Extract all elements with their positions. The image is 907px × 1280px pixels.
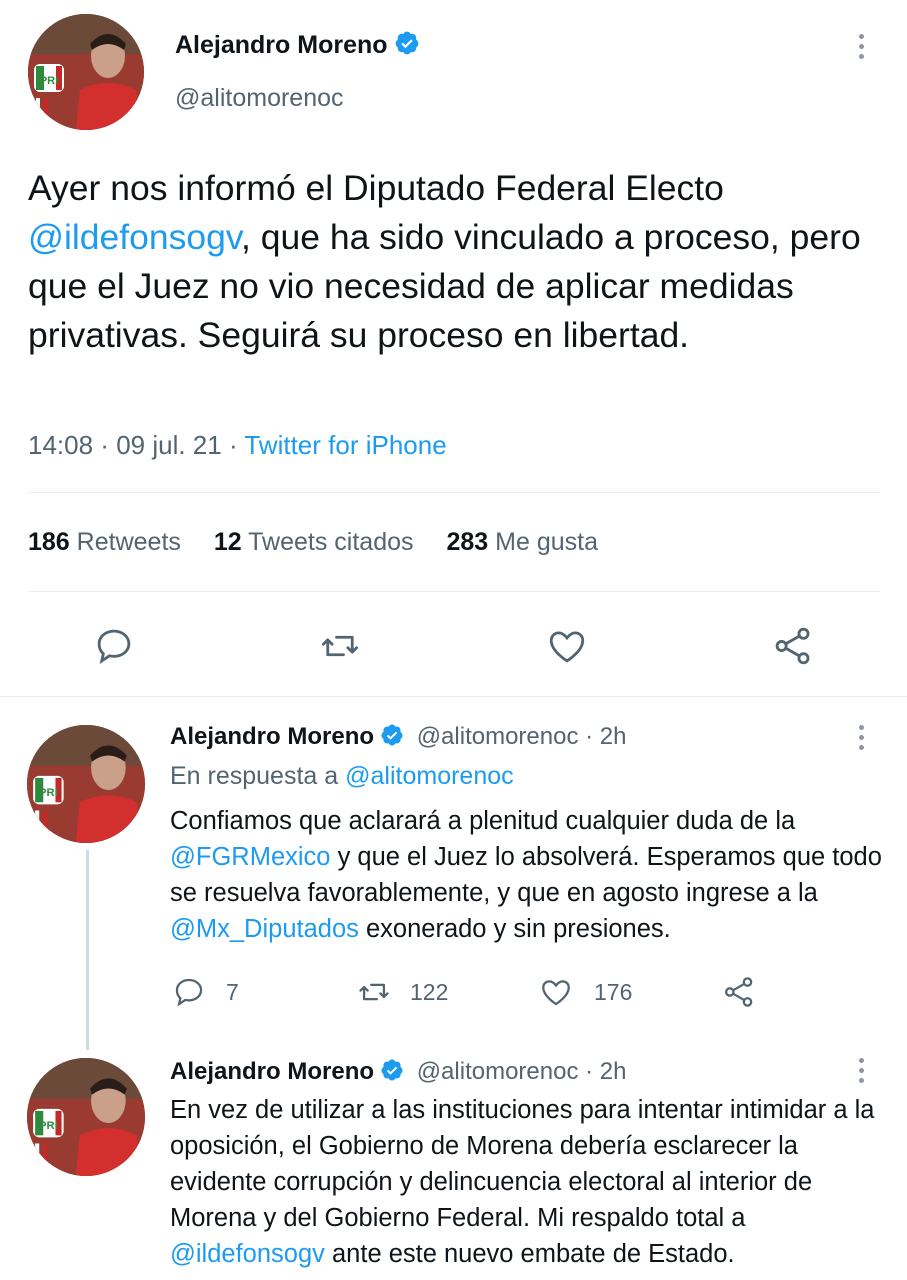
svg-text:PRI: PRI [39, 787, 58, 799]
share-icon[interactable] [771, 625, 815, 667]
main-text-part-0: Ayer nos informó el Diputado Federal Ele… [28, 168, 724, 208]
tweet-stats: 186 Retweets 12 Tweets citados 283 Me gu… [28, 528, 624, 557]
replying-to-prefix: En respuesta a [170, 762, 339, 790]
mention-mx-diputados[interactable]: @Mx_Diputados [170, 915, 359, 943]
section-divider [0, 696, 907, 697]
reply-header: Alejandro Moreno @alitomorenoc · 2h [170, 723, 626, 751]
retweets-label: Retweets [76, 528, 181, 556]
share-icon[interactable] [721, 975, 757, 1009]
like-count: 176 [594, 978, 633, 1005]
quotes-count: 12 [213, 528, 242, 556]
retweet-icon[interactable] [318, 625, 362, 667]
reply-author-handle[interactable]: @alitomorenoc [417, 723, 579, 750]
reply-header: Alejandro Moreno @alitomorenoc · 2h [170, 1058, 626, 1086]
quotes-stat[interactable]: 12 Tweets citados [214, 528, 414, 556]
reply-text-part: ante este nuevo embate de Estado. [324, 1240, 735, 1268]
reply-text-part: Confiamos que aclarará a plenitud cualqu… [170, 807, 796, 835]
replying-to-handle[interactable]: @alitomorenoc [345, 762, 514, 790]
svg-text:PRI: PRI [39, 1120, 58, 1132]
reply-time[interactable]: · 2h [585, 1058, 626, 1085]
thread-connector-line [86, 850, 89, 1050]
tweet-date[interactable]: 09 jul. 21 [116, 430, 222, 460]
reply-action-retweet[interactable]: 122 [356, 975, 448, 1009]
more-options-icon[interactable] [859, 725, 865, 755]
main-author-avatar[interactable]: PRI [28, 14, 144, 130]
main-tweet-text: Ayer nos informó el Diputado Federal Ele… [28, 164, 888, 360]
like-icon [542, 980, 570, 1006]
verified-badge-icon [381, 1059, 403, 1081]
more-options-icon[interactable] [859, 34, 865, 64]
retweet-icon [359, 983, 389, 1001]
tweet-source[interactable]: Twitter for iPhone [244, 430, 446, 460]
mention-fgrmexico[interactable]: @FGRMexico [170, 843, 330, 871]
reply-author-avatar[interactable]: PRI [27, 1058, 145, 1176]
tweet-timestamp: 14:08 · 09 jul. 21 · Twitter for iPhone [28, 430, 447, 460]
reply-time[interactable]: · 2h [585, 723, 626, 750]
tweet-time[interactable]: 14:08 [28, 430, 93, 460]
divider [28, 492, 880, 493]
verified-badge-icon [395, 31, 418, 55]
more-options-icon[interactable] [859, 1058, 865, 1088]
reply-author-name[interactable]: Alejandro Moreno [170, 723, 374, 750]
likes-count: 283 [446, 528, 489, 556]
reply-author-handle[interactable]: @alitomorenoc [417, 1058, 579, 1085]
author-name-text: Alejandro Moreno [175, 31, 388, 59]
reply-action-reply[interactable]: 7 [172, 975, 239, 1009]
mention-ildefonsogv[interactable]: @ildefonsogv [170, 1240, 325, 1268]
likes-stat[interactable]: 283 Me gusta [446, 528, 598, 556]
like-icon[interactable] [545, 625, 589, 667]
retweets-stat[interactable]: 186 Retweets [28, 528, 181, 556]
verified-badge-icon [381, 724, 403, 746]
reply-author-avatar[interactable]: PRI [27, 725, 145, 843]
likes-label: Me gusta [495, 528, 598, 556]
reply-text-part: En vez de utilizar a las instituciones p… [170, 1096, 875, 1232]
divider [28, 591, 880, 592]
mention-ildefonsogv[interactable]: @ildefonsogv [28, 217, 241, 257]
quotes-label: Tweets citados [248, 528, 414, 556]
retweet-count: 122 [410, 978, 449, 1005]
reply-action-like[interactable]: 176 [538, 975, 632, 1009]
retweets-count: 186 [28, 528, 70, 556]
svg-text:PRI: PRI [40, 75, 58, 87]
reply-count: 7 [226, 978, 239, 1005]
reply-author-name[interactable]: Alejandro Moreno [170, 1058, 374, 1085]
reply-text: Confiamos que aclarará a plenitud cualqu… [170, 803, 890, 947]
main-author-name[interactable]: Alejandro Moreno [175, 30, 420, 60]
main-author-handle[interactable]: @alitomorenoc [175, 84, 344, 113]
reply-text: En vez de utilizar a las instituciones p… [170, 1092, 890, 1272]
replying-to: En respuesta a @alitomorenoc [170, 762, 514, 791]
reply-icon [175, 978, 203, 1007]
reply-icon[interactable] [93, 625, 135, 667]
reply-text-part: exonerado y sin presiones. [358, 915, 671, 943]
